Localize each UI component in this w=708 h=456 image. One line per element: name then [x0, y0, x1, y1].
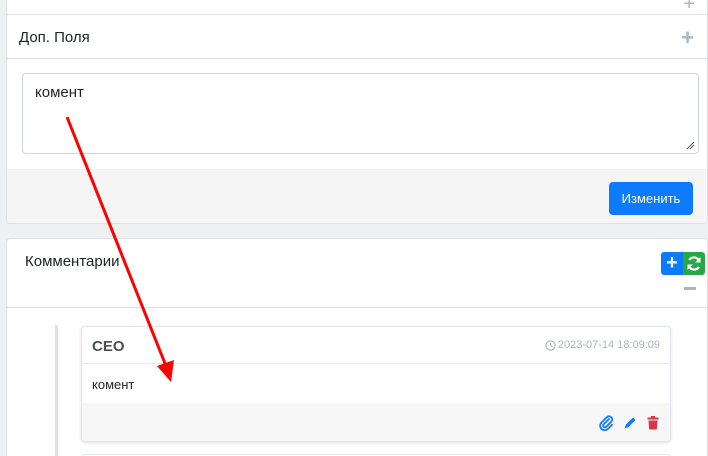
additional-fields-title: Доп. Поля — [19, 29, 90, 46]
comment-item: CEO 2023-07-14 18:09:09 комент — [81, 326, 671, 442]
additional-fields-row[interactable]: Доп. Поля + — [7, 16, 707, 59]
comment-timestamp: 2023-07-14 18:09:09 — [545, 339, 660, 351]
comment-author: CEO — [92, 338, 125, 355]
refresh-comments-button[interactable] — [683, 252, 705, 275]
change-button[interactable]: Изменить — [609, 182, 693, 215]
add-comment-button[interactable]: + — [661, 252, 683, 275]
pencil-icon[interactable] — [622, 415, 638, 431]
fields-card-footer: Изменить — [7, 169, 707, 223]
comments-header: Комментарии + — [7, 239, 707, 308]
comment-header: CEO 2023-07-14 18:09:09 — [82, 327, 670, 364]
clock-icon — [545, 339, 556, 351]
trash-icon[interactable] — [645, 415, 661, 431]
comment-timestamp-text: 2023-07-14 18:09:09 — [557, 339, 660, 351]
comment-textarea[interactable]: комент — [23, 74, 698, 153]
comments-card: Комментарии + CEO 2023-07-14 18:09:09 ко… — [6, 238, 708, 456]
comment-textarea-wrapper: комент — [22, 73, 699, 154]
collapse-minus-icon[interactable] — [684, 287, 696, 290]
collapsed-row[interactable]: + — [7, 0, 707, 15]
expand-plus-icon[interactable]: + — [681, 25, 694, 51]
thread-line — [55, 325, 58, 456]
comment-text: комент — [92, 377, 135, 392]
expand-plus-icon[interactable]: + — [683, 0, 695, 16]
fields-card: + Доп. Поля + комент Изменить — [6, 0, 708, 224]
comment-actions — [82, 403, 670, 441]
paperclip-icon[interactable] — [598, 415, 614, 431]
refresh-icon — [687, 256, 701, 271]
page: + Доп. Поля + комент Изменить Комментари… — [0, 0, 708, 456]
comments-title: Комментарии — [25, 253, 120, 270]
resize-grip-icon[interactable] — [686, 141, 695, 150]
plus-icon: + — [666, 252, 678, 274]
